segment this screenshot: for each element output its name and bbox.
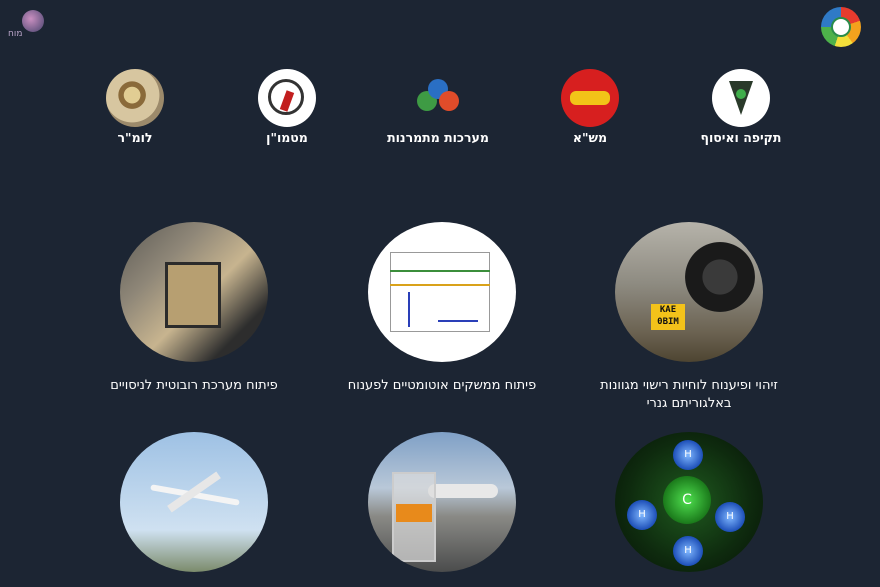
project-label[interactable]: זיהוי ופיענוח לוחיות רישוי מגוונות באלגו… xyxy=(579,377,799,413)
red-gear-icon xyxy=(439,91,459,111)
project-label[interactable]: פיתוח מערכת רובוטית לניסויים xyxy=(84,377,304,395)
matmon-logo-icon[interactable] xyxy=(258,69,316,127)
plot-line xyxy=(390,284,490,286)
logo-text: מוח xyxy=(8,29,23,39)
plot-line xyxy=(438,320,478,322)
lomar-logo-icon[interactable] xyxy=(106,69,164,127)
uav-plane-image[interactable] xyxy=(120,432,268,572)
category-label[interactable]: מערכות מתמרנות xyxy=(363,130,513,145)
robot-system-image[interactable] xyxy=(120,222,268,362)
sample-tag xyxy=(396,504,432,522)
category-matmon[interactable]: מטמו"ן xyxy=(212,69,362,145)
hydrogen-atom: H xyxy=(673,536,703,566)
license-plate: KAE 0BIM xyxy=(651,304,685,330)
carbon-atom: C xyxy=(663,476,711,524)
category-label[interactable]: לומ"ר xyxy=(60,130,210,145)
hydrogen-atom: H xyxy=(627,500,657,530)
category-label[interactable]: תקיפה ואיסוף xyxy=(666,130,816,145)
project-car-plates[interactable]: KAE 0BIM זיהוי ופיענוח לוחיות רישוי מגוו… xyxy=(579,222,799,413)
project-airport[interactable] xyxy=(332,432,552,572)
graph-plot-image[interactable] xyxy=(368,222,516,362)
airplane-icon xyxy=(428,484,498,498)
category-takifa[interactable]: תקיפה ואיסוף xyxy=(666,69,816,145)
takifa-logo-icon[interactable] xyxy=(712,69,770,127)
project-label[interactable]: פיתוח ממשקים אוטומטיים לפענוח xyxy=(332,377,552,395)
marachot-logo-icon[interactable] xyxy=(409,69,467,127)
brain-logo-icon[interactable]: מוח xyxy=(8,8,52,42)
category-marachot[interactable]: מערכות מתמרנות xyxy=(363,69,513,145)
project-uav[interactable] xyxy=(84,432,304,572)
brain-icon xyxy=(22,10,44,32)
wheel-icon xyxy=(685,242,755,312)
molecule-image[interactable]: C H H H H xyxy=(615,432,763,572)
project-auto-interfaces[interactable]: פיתוח ממשקים אוטומטיים לפענוח xyxy=(332,222,552,395)
category-lomar[interactable]: לומ"ר xyxy=(60,69,210,145)
plot-line xyxy=(408,292,410,327)
car-license-plate-image[interactable]: KAE 0BIM xyxy=(615,222,763,362)
category-msha[interactable]: מש"א xyxy=(515,69,665,145)
plot-line xyxy=(390,270,490,272)
project-molecule[interactable]: C H H H H xyxy=(579,432,799,572)
msha-logo-icon[interactable] xyxy=(561,69,619,127)
colorful-circle-logo-icon[interactable] xyxy=(821,7,861,47)
hydrogen-atom: H xyxy=(673,440,703,470)
category-label[interactable]: מטמו"ן xyxy=(212,130,362,145)
category-label[interactable]: מש"א xyxy=(515,130,665,145)
hydrogen-atom: H xyxy=(715,502,745,532)
project-robotic-system[interactable]: פיתוח מערכת רובוטית לניסויים xyxy=(84,222,304,395)
airport-sample-image[interactable] xyxy=(368,432,516,572)
